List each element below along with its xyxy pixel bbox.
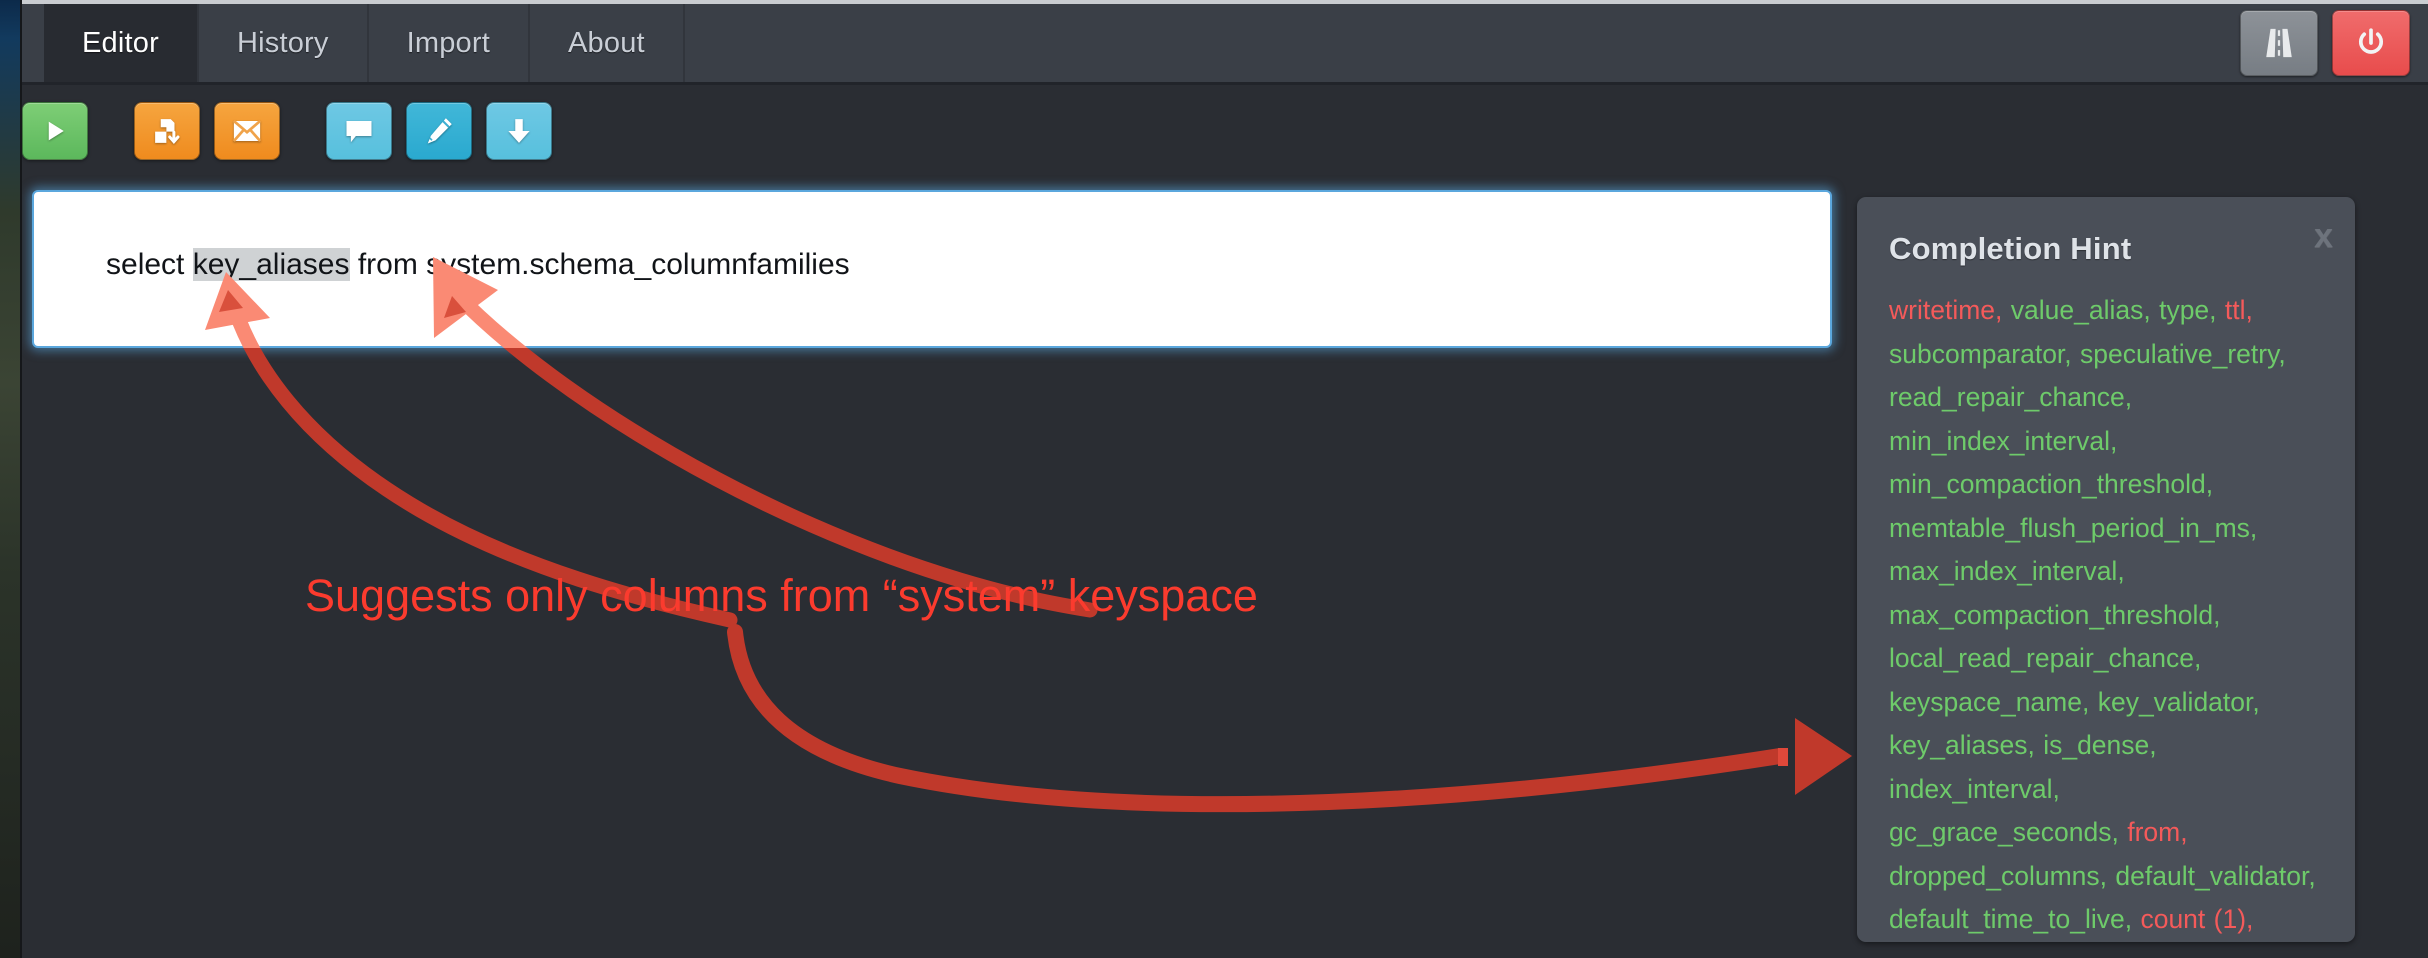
suggestion-line: writetime, value_alias, type, ttl,: [1889, 289, 2325, 333]
annotation-arrow-3: [727, 624, 1852, 813]
road-icon: [2262, 26, 2296, 60]
navbar: Editor History Import About: [22, 0, 2428, 85]
navbar-actions: [2240, 10, 2410, 76]
execute-button[interactable]: [22, 102, 88, 160]
query-editor-wrapper: select key_aliases from system.schema_co…: [32, 190, 1832, 348]
tab-editor[interactable]: Editor: [44, 4, 199, 82]
email-button[interactable]: [214, 102, 280, 160]
suggestion-line: dropped_columns, default_validator,: [1889, 855, 2325, 899]
save-icon: [152, 116, 182, 146]
suggestion-column[interactable]: gc_grace_seconds,: [1889, 817, 2119, 847]
tab-bar: Editor History Import About: [22, 4, 685, 82]
tab-history[interactable]: History: [199, 4, 369, 82]
suggestion-line: max_index_interval,: [1889, 550, 2325, 594]
application-window: Editor History Import About select key_a…: [0, 0, 2428, 958]
completion-hint-panel: x Completion Hint writetime, value_alias…: [1857, 197, 2355, 942]
edit-button[interactable]: [406, 102, 472, 160]
close-icon[interactable]: x: [2314, 219, 2333, 253]
pencil-icon: [424, 116, 454, 146]
suggestion-line: max_compaction_threshold,: [1889, 594, 2325, 638]
suggestion-column[interactable]: max_compaction_threshold,: [1889, 600, 2220, 630]
query-text-prefix: select: [106, 248, 193, 281]
suggestion-column[interactable]: default_time_to_live,: [1889, 904, 2132, 934]
suggestion-keyword[interactable]: ttl,: [2225, 295, 2253, 325]
annotation-label: Suggests only columns from “system” keys…: [305, 570, 1258, 621]
suggestion-line: keyspace_name, key_validator,: [1889, 681, 2325, 725]
suggestion-line: key_aliases, is_dense, index_interval,: [1889, 724, 2325, 811]
download-icon: [504, 116, 534, 146]
suggestion-column[interactable]: dropped_columns, default_validator,: [1889, 861, 2316, 891]
save-button[interactable]: [134, 102, 200, 160]
power-button[interactable]: [2332, 10, 2410, 76]
suggestion-line: gc_grace_seconds, from,: [1889, 811, 2325, 855]
editor-toolbar: [22, 100, 566, 162]
suggestion-column[interactable]: max_index_interval,: [1889, 556, 2125, 586]
query-input[interactable]: select key_aliases from system.schema_co…: [32, 190, 1832, 348]
suggestion-line: local_read_repair_chance,: [1889, 637, 2325, 681]
envelope-icon: [232, 116, 262, 146]
comment-icon: [344, 116, 374, 146]
suggestion-column[interactable]: local_read_repair_chance,: [1889, 643, 2201, 673]
panel-title: Completion Hint: [1889, 231, 2132, 266]
play-icon: [40, 116, 70, 146]
suggestion-line: default_time_to_live, count (1), count (…: [1889, 898, 2325, 942]
suggestion-line: min_compaction_threshold,: [1889, 463, 2325, 507]
suggestion-column[interactable]: subcomparator, speculative_retry,: [1889, 339, 2286, 369]
suggestion-column[interactable]: key_aliases, is_dense, index_interval,: [1889, 730, 2157, 804]
power-icon: [2354, 26, 2388, 60]
tab-import[interactable]: Import: [369, 4, 530, 82]
textarea-resize-handle[interactable]: [1800, 318, 1822, 340]
suggestion-keyword[interactable]: from,: [2127, 817, 2187, 847]
comment-button[interactable]: [326, 102, 392, 160]
road-button[interactable]: [2240, 10, 2318, 76]
suggestion-line: read_repair_chance, min_index_interval,: [1889, 376, 2325, 463]
suggestion-line: memtable_flush_period_in_ms,: [1889, 507, 2325, 551]
tab-about[interactable]: About: [530, 4, 685, 82]
suggestion-column[interactable]: min_compaction_threshold,: [1889, 469, 2213, 499]
query-text-selection: key_aliases: [192, 248, 350, 281]
suggestion-column[interactable]: value_alias, type,: [2011, 295, 2217, 325]
desktop-background-strip: [0, 0, 22, 958]
suggestion-keyword[interactable]: writetime,: [1889, 295, 2002, 325]
suggestion-column[interactable]: memtable_flush_period_in_ms,: [1889, 513, 2257, 543]
suggestion-column[interactable]: read_repair_chance, min_index_interval,: [1889, 382, 2132, 456]
download-button[interactable]: [486, 102, 552, 160]
query-text-suffix: from system.schema_columnfamilies: [349, 248, 850, 281]
completion-suggestion-list[interactable]: writetime, value_alias, type, ttl, subcom…: [1889, 289, 2325, 942]
suggestion-line: subcomparator, speculative_retry,: [1889, 333, 2325, 377]
suggestion-column[interactable]: keyspace_name, key_validator,: [1889, 687, 2260, 717]
